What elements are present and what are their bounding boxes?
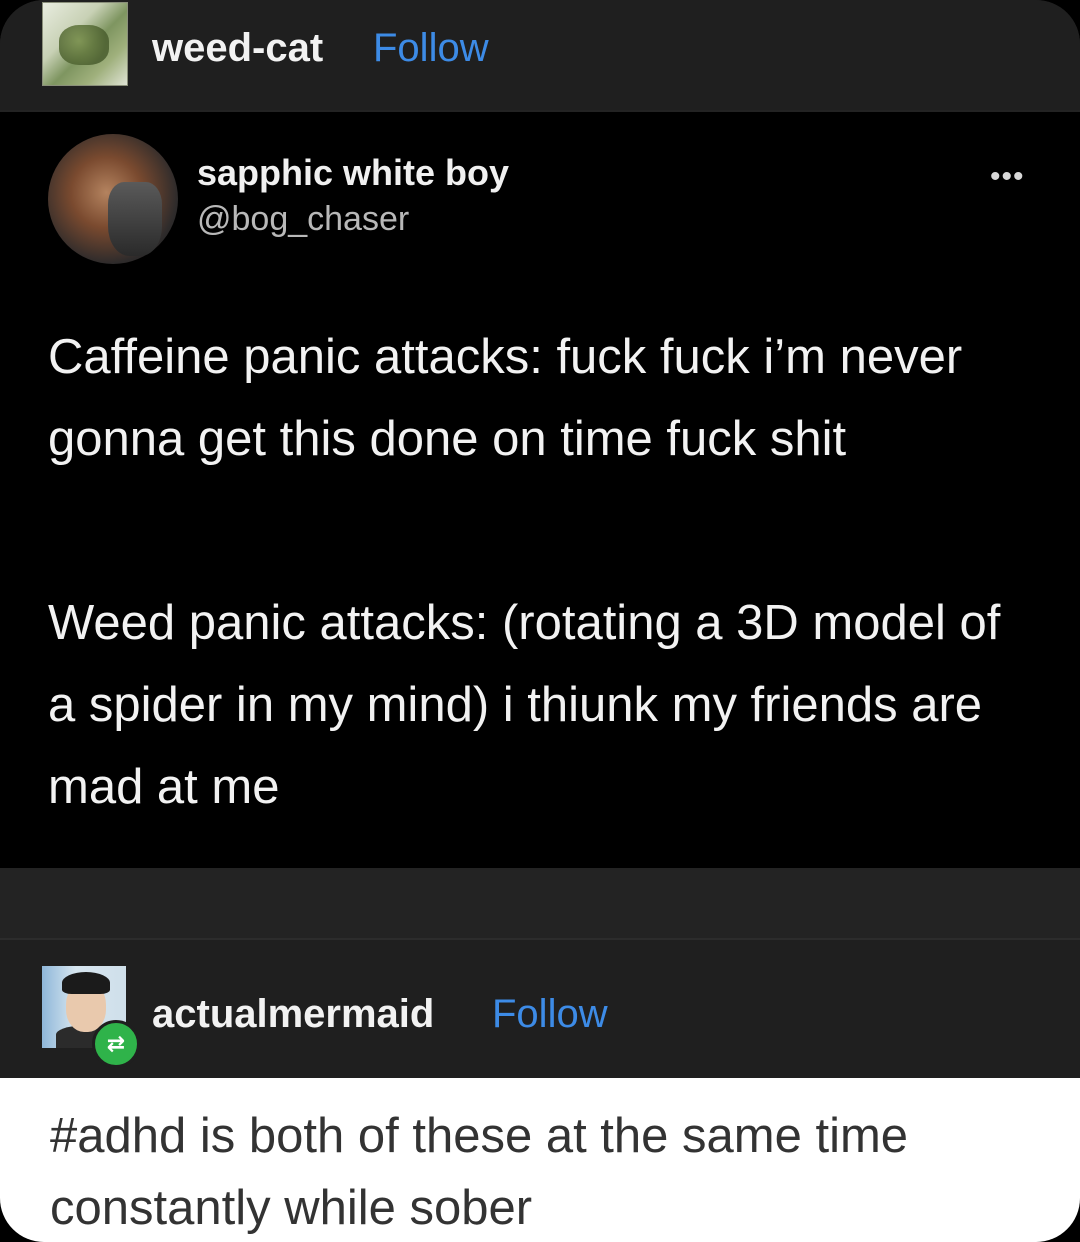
more-icon: ••• <box>990 160 1025 193</box>
reblog-header-2: ⇄ actualmermaid Follow <box>0 940 1080 1078</box>
weed-cat-avatar[interactable] <box>42 2 128 86</box>
tweet-avatar <box>48 134 178 264</box>
tweet-paragraph-2: Weed panic attacks: (rotating a 3D model… <box>48 596 1001 814</box>
tweet-display-name: sapphic white boy <box>197 152 510 193</box>
reblog-icon: ⇄ <box>92 1020 140 1068</box>
actualmermaid-username[interactable]: actualmermaid <box>152 992 434 1037</box>
follow-button-2[interactable]: Follow <box>492 992 608 1037</box>
embedded-tweet: sapphic white boy @bog_chaser ••• Caffei… <box>0 112 1080 868</box>
avatar-hair <box>62 972 110 994</box>
weed-cat-username[interactable]: weed-cat <box>152 26 323 71</box>
reblog-comment: #adhd is both of these at the same time … <box>0 1078 1080 1242</box>
follow-button[interactable]: Follow <box>373 26 489 71</box>
reblog-header: weed-cat Follow <box>0 0 1080 110</box>
tweet-paragraph-1: Caffeine panic attacks: fuck fuck i’m ne… <box>48 330 963 466</box>
tweet-handle: @bog_chaser <box>197 200 410 238</box>
post-frame: weed-cat Follow sapphic white boy @bog_c… <box>0 0 1080 1242</box>
comment-text: #adhd is both of these at the same time … <box>50 1109 909 1235</box>
